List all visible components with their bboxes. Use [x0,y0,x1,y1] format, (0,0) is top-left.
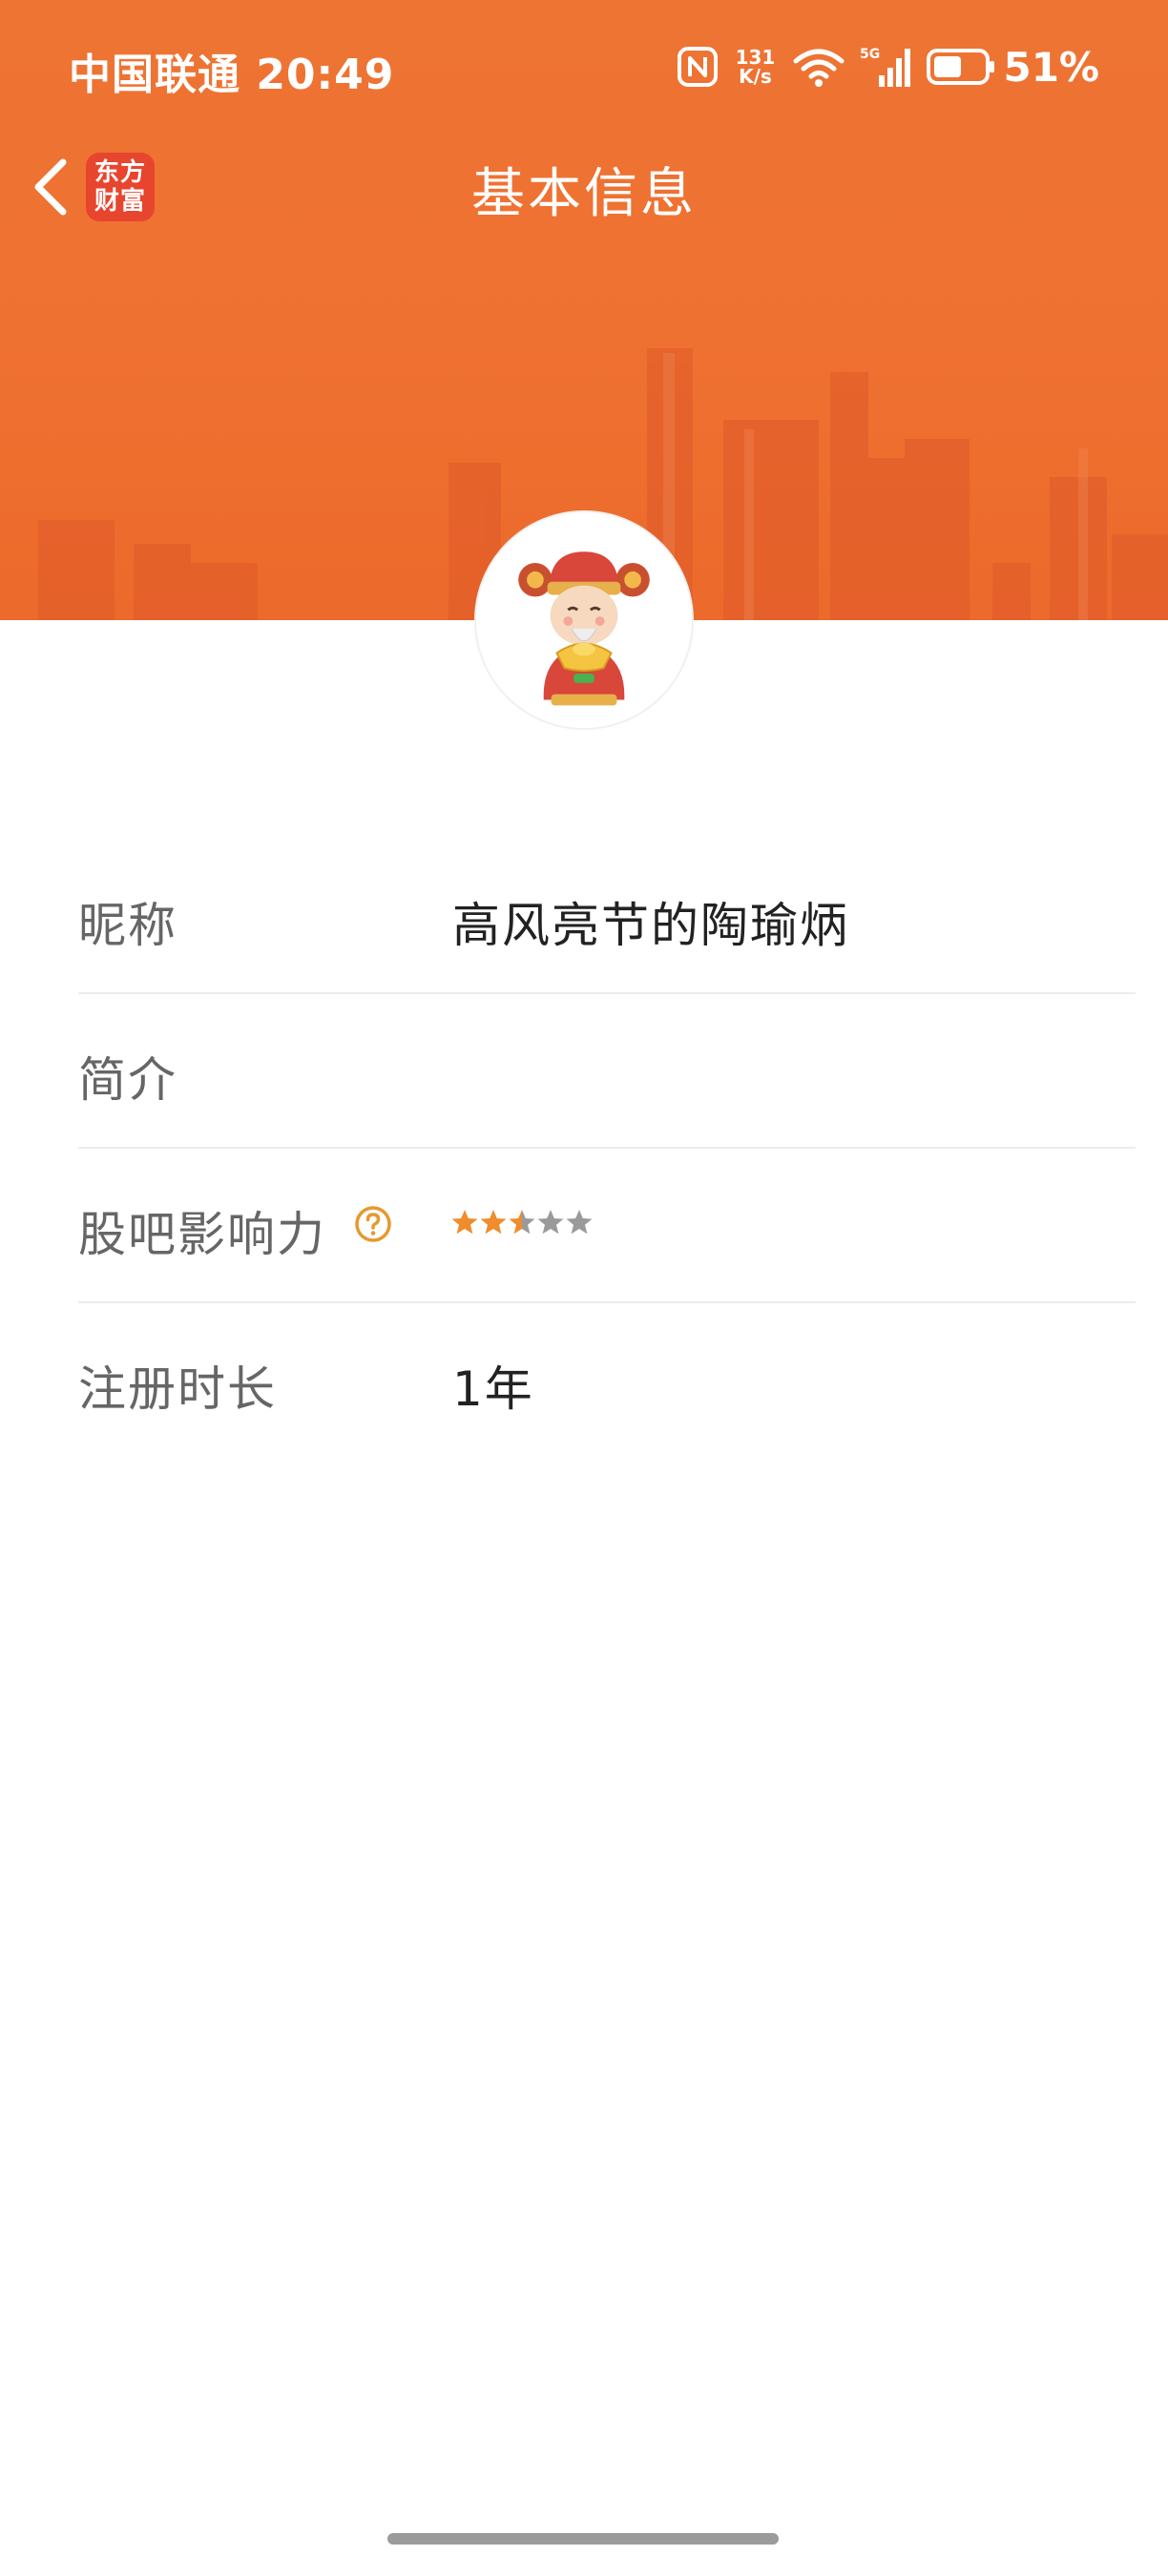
star-icon [451,1210,478,1235]
top-navigation-bar: 东方 财富 基本信息 [0,143,1168,229]
star-icon [566,1210,593,1235]
carrier-time-text: 中国联通 20:49 [69,51,395,99]
page-title: 基本信息 [471,163,697,225]
net-speed-indicator: 131 K/s [732,48,778,86]
influence-star-rating [450,1208,594,1236]
nickname-label: 昵称 [78,898,177,953]
net-speed-value: 131 [735,46,776,69]
user-avatar[interactable] [474,510,694,730]
info-row-bio[interactable]: 简介 [78,994,1136,1149]
question-circle-icon[interactable] [353,1204,393,1244]
star-icon [480,1210,507,1235]
network-type-text: 5G [860,47,880,62]
battery-percentage: 51% [1003,43,1099,91]
status-bar: 中国联通 20:49 131 K/s 5G 51% [0,0,1168,134]
net-speed-unit: K/s [739,65,772,88]
status-icons: 131 K/s 5G 51% [663,38,1099,95]
registration-duration-label: 注册时长 [78,1361,277,1417]
wifi-icon [793,49,845,87]
bio-label: 简介 [78,1052,177,1108]
profile-info-list: 昵称 高风亮节的陶瑜炳 简介 股吧影响力 注册时长 1年 [78,840,1136,1458]
influence-label: 股吧影响力 [78,1207,326,1262]
star-icon [509,1210,535,1235]
nickname-value: 高风亮节的陶瑜炳 [452,898,849,953]
fortune-god-avatar-illustration [476,512,692,728]
nfc-icon [678,47,719,87]
info-row-influence: 股吧影响力 [78,1149,1136,1303]
battery-icon [927,49,995,85]
info-row-nickname[interactable]: 昵称 高风亮节的陶瑜炳 [78,840,1136,994]
star-icon [537,1210,564,1235]
home-indicator-bar[interactable] [387,2533,779,2545]
cellular-signal-icon: 5G [860,47,911,87]
info-row-registration-duration: 注册时长 1年 [78,1303,1136,1458]
registration-duration-value: 1年 [452,1361,534,1417]
